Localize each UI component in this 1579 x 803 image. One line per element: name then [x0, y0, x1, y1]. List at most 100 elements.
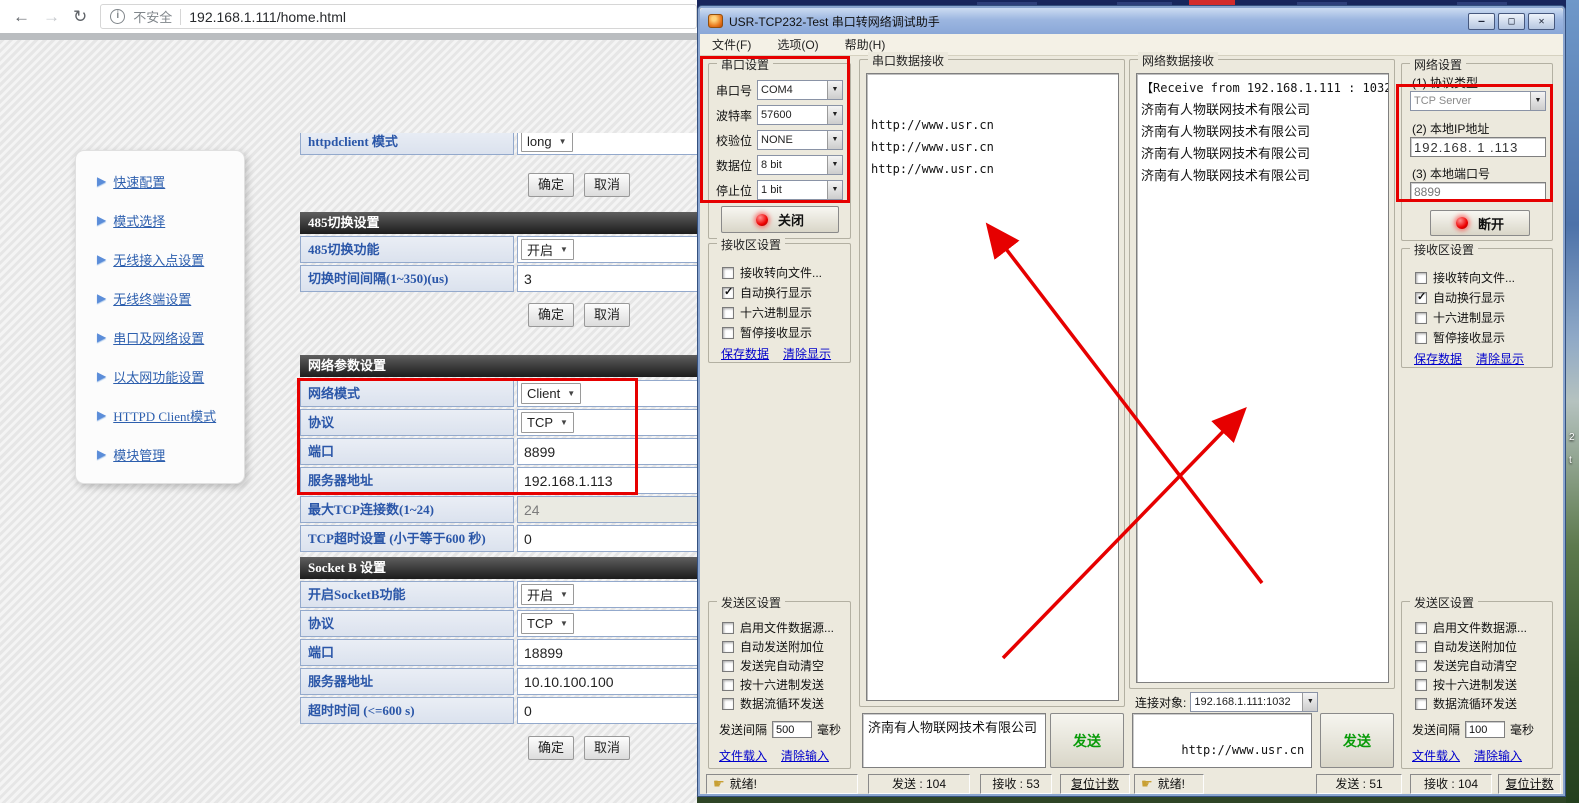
checkbox-recv-to-file[interactable] [722, 267, 734, 279]
checkbox-loop-send[interactable] [722, 698, 734, 710]
network-mode-select[interactable]: Client▼ [521, 383, 581, 404]
save-data-link[interactable]: 保存数据 [1414, 350, 1462, 367]
back-icon[interactable]: ← [13, 7, 30, 27]
cancel-button[interactable]: 取消 [584, 303, 630, 327]
sidebar-link[interactable]: 模块管理 [113, 445, 165, 464]
checkbox-auto-clear[interactable] [722, 660, 734, 672]
menu-help[interactable]: 帮助(H) [845, 36, 886, 53]
local-ip-field[interactable]: 192.168. 1 .113 [1410, 137, 1546, 157]
send-interval-input[interactable] [1465, 721, 1505, 738]
serial-send-input[interactable]: 济南有人物联网技术有限公司 [862, 713, 1046, 768]
checkbox-recv-to-file[interactable] [1415, 272, 1427, 284]
protocol-select[interactable]: TCP▼ [521, 412, 574, 433]
sidebar-link[interactable]: HTTPD Client模式 [113, 406, 216, 425]
checkbox-pause-recv[interactable] [1415, 332, 1427, 344]
chevron-down-icon[interactable]: ▼ [827, 131, 842, 149]
checkbox-pause-recv[interactable] [722, 327, 734, 339]
sidebar-item-wireless-sta[interactable]: ▶ 无线终端设置 [97, 287, 244, 309]
data-bits-combobox[interactable]: 8 bit▼ [757, 155, 843, 175]
ok-button[interactable]: 确定 [528, 173, 574, 197]
checkbox-file-source[interactable] [1415, 622, 1427, 634]
sidebar-link[interactable]: 以太网功能设置 [113, 367, 204, 386]
checkbox-file-source[interactable] [722, 622, 734, 634]
server-addr-input[interactable] [521, 472, 697, 490]
network-send-button[interactable]: 发送 [1320, 713, 1394, 768]
sidebar-item-ethernet[interactable]: ▶ 以太网功能设置 [97, 365, 244, 387]
info-icon[interactable]: i [110, 9, 125, 24]
url-text[interactable]: 192.168.1.111/home.html [189, 9, 346, 25]
checkbox-auto-clear[interactable] [1415, 660, 1427, 672]
sidebar-link[interactable]: 无线接入点设置 [113, 250, 204, 269]
status-reset-left[interactable]: 复位计数 [1060, 774, 1130, 794]
httpdclient-mode-select[interactable]: long▼ [521, 133, 573, 152]
clear-display-link[interactable]: 清除显示 [783, 345, 831, 362]
checkbox-auto-append[interactable] [722, 641, 734, 653]
sidebar-item-quick-config[interactable]: ▶ 快速配置 [97, 170, 244, 192]
clear-input-link[interactable]: 清除输入 [1474, 747, 1522, 764]
485-interval-input[interactable] [521, 270, 697, 288]
clear-display-link[interactable]: 清除显示 [1476, 350, 1524, 367]
baud-rate-combobox[interactable]: 57600▼ [757, 105, 843, 125]
chevron-down-icon[interactable]: ▼ [827, 181, 842, 199]
checkbox-auto-append[interactable] [1415, 641, 1427, 653]
socketb-enable-select[interactable]: 开启▼ [521, 584, 574, 605]
reset-count-link[interactable]: 复位计数 [1071, 777, 1119, 791]
forward-icon[interactable]: → [43, 7, 60, 27]
clear-input-link[interactable]: 清除输入 [781, 747, 829, 764]
app-titlebar[interactable]: USR-TCP232-Test 串口转网络调试助手 — □ ✕ [700, 8, 1563, 34]
ok-button[interactable]: 确定 [528, 303, 574, 327]
checkbox-hex-send[interactable] [722, 679, 734, 691]
socketb-port-input[interactable] [521, 644, 697, 662]
save-data-link[interactable]: 保存数据 [721, 345, 769, 362]
parity-combobox[interactable]: NONE▼ [757, 130, 843, 150]
socketb-timeout-input[interactable] [521, 702, 697, 720]
minimize-button[interactable]: — [1468, 13, 1495, 30]
maximize-button[interactable]: □ [1498, 13, 1525, 30]
sidebar-link[interactable]: 模式选择 [113, 211, 165, 230]
sidebar-link[interactable]: 串口及网络设置 [113, 328, 204, 347]
file-load-link[interactable]: 文件载入 [719, 747, 767, 764]
sidebar-link[interactable]: 无线终端设置 [113, 289, 191, 308]
checkbox-hex-send[interactable] [1415, 679, 1427, 691]
local-port-field[interactable]: 8899 [1410, 182, 1546, 201]
menu-options[interactable]: 选项(O) [777, 36, 818, 53]
checkbox-loop-send[interactable] [1415, 698, 1427, 710]
checkbox-auto-newline[interactable] [1415, 292, 1427, 304]
menu-file[interactable]: 文件(F) [712, 36, 751, 53]
ok-button[interactable]: 确定 [528, 736, 574, 760]
reload-icon[interactable]: ↻ [73, 7, 87, 27]
cancel-button[interactable]: 取消 [584, 736, 630, 760]
sidebar-item-httpd-client[interactable]: ▶ HTTPD Client模式 [97, 404, 244, 426]
sidebar-item-serial-network[interactable]: ▶ 串口及网络设置 [97, 326, 244, 348]
checkbox-hex-display[interactable] [722, 307, 734, 319]
checkbox-hex-display[interactable] [1415, 312, 1427, 324]
sidebar-item-module-mgmt[interactable]: ▶ 模块管理 [97, 443, 244, 465]
status-reset-right[interactable]: 复位计数 [1498, 774, 1561, 794]
connect-target-combobox[interactable]: 192.168.1.111:1032 ▼ [1190, 692, 1318, 712]
disconnect-button[interactable]: 断开 [1430, 210, 1530, 236]
close-button[interactable]: ✕ [1528, 13, 1555, 30]
cancel-button[interactable]: 取消 [584, 173, 630, 197]
tcp-timeout-input[interactable] [521, 530, 697, 548]
send-interval-input[interactable] [772, 721, 812, 738]
file-load-link[interactable]: 文件载入 [1412, 747, 1460, 764]
chevron-down-icon[interactable]: ▼ [827, 81, 842, 99]
serial-recv-textarea[interactable]: http://www.usr.cn http://www.usr.cn http… [866, 73, 1119, 701]
sidebar-link[interactable]: 快速配置 [113, 172, 165, 191]
sidebar-item-mode-select[interactable]: ▶ 模式选择 [97, 209, 244, 231]
chevron-down-icon[interactable]: ▼ [1302, 693, 1317, 711]
serial-port-combobox[interactable]: COM4▼ [757, 80, 843, 100]
address-bar[interactable]: i 不安全 192.168.1.111/home.html [100, 4, 697, 29]
stop-bits-combobox[interactable]: 1 bit▼ [757, 180, 843, 200]
485-enable-select[interactable]: 开启▼ [521, 239, 574, 260]
chevron-down-icon[interactable]: ▼ [827, 106, 842, 124]
checkbox-auto-newline[interactable] [722, 287, 734, 299]
reset-count-link[interactable]: 复位计数 [1505, 777, 1553, 791]
socketb-protocol-select[interactable]: TCP▼ [521, 613, 574, 634]
network-send-input[interactable]: http://www.usr.cn [1132, 713, 1312, 768]
socketb-server-input[interactable] [521, 673, 697, 691]
chevron-down-icon[interactable]: ▼ [827, 156, 842, 174]
network-recv-textarea[interactable]: 【Receive from 192.168.1.111 : 1032】: 济南有… [1136, 73, 1389, 683]
serial-close-button[interactable]: 关闭 [721, 206, 839, 233]
serial-send-button[interactable]: 发送 [1050, 713, 1124, 768]
